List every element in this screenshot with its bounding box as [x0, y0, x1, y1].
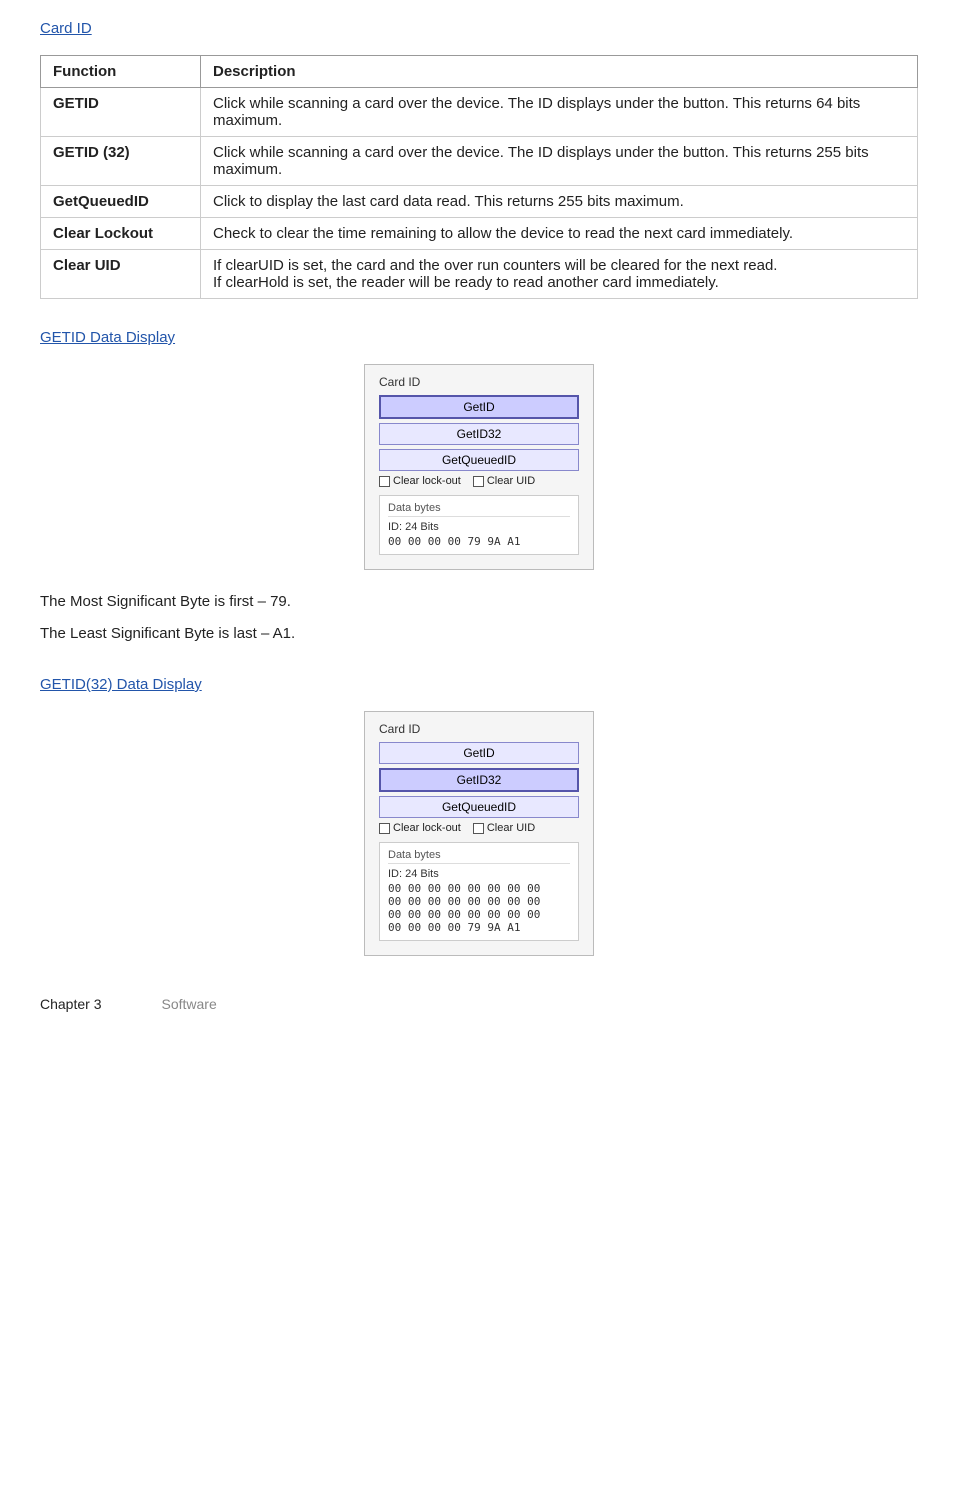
- table-cell-description: Click while scanning a card over the dev…: [201, 88, 918, 137]
- function-table: Function Description GETIDClick while sc…: [40, 55, 918, 299]
- ui-button-getqueuedid[interactable]: GetQueuedID: [379, 449, 579, 471]
- data-hex-line: 00 00 00 00 79 9A A1: [388, 535, 570, 548]
- mockup-wrapper-getid32-display: Card ID GetID GetID32 GetQueuedID Clear lock…: [40, 711, 918, 956]
- section-getid32-display: GETID(32) Data Display Card ID GetID GetID3…: [40, 676, 918, 956]
- ui-checkbox-clear-lock-out[interactable]: Clear lock-out: [379, 475, 461, 487]
- checkbox-box: [379, 823, 390, 834]
- table-cell-description: If clearUID is set, the card and the ove…: [201, 250, 918, 299]
- data-bytes-label: Data bytes: [388, 849, 570, 864]
- table-cell-function: Clear UID: [41, 250, 201, 299]
- page-title: Card ID: [40, 20, 918, 37]
- table-cell-description: Check to clear the time remaining to all…: [201, 218, 918, 250]
- table-row: GetQueuedIDClick to display the last car…: [41, 186, 918, 218]
- footer-chapter: Chapter 3: [40, 996, 101, 1012]
- ui-card-getid-display: Card ID GetID GetID32 GetQueuedID Clear lock…: [364, 364, 594, 570]
- table-cell-function: GetQueuedID: [41, 186, 201, 218]
- ui-card-title: Card ID: [379, 375, 579, 389]
- section-getid-display: GETID Data Display Card ID GetID GetID32 Get…: [40, 329, 918, 646]
- section-heading-getid-display: GETID Data Display: [40, 329, 918, 346]
- checkbox-label: Clear UID: [487, 475, 535, 487]
- table-cell-function: Clear Lockout: [41, 218, 201, 250]
- col-header-description: Description: [201, 56, 918, 88]
- footer: Chapter 3 Software: [40, 996, 918, 1012]
- checkbox-box: [379, 476, 390, 487]
- ui-card-getid32-display: Card ID GetID GetID32 GetQueuedID Clear lock…: [364, 711, 594, 956]
- checkbox-label: Clear lock-out: [393, 822, 461, 834]
- data-hex-line: 00 00 00 00 00 00 00 00: [388, 882, 570, 895]
- data-hex-line: 00 00 00 00 00 00 00 00: [388, 895, 570, 908]
- ui-button-getid32[interactable]: GetID32: [379, 768, 579, 792]
- table-cell-function: GETID (32): [41, 137, 201, 186]
- table-cell-function: GETID: [41, 88, 201, 137]
- ui-button-getid[interactable]: GetID: [379, 742, 579, 764]
- section-heading-getid32-display: GETID(32) Data Display: [40, 676, 918, 693]
- table-row: Clear LockoutCheck to clear the time rem…: [41, 218, 918, 250]
- mockup-wrapper-getid-display: Card ID GetID GetID32 GetQueuedID Clear lock…: [40, 364, 918, 570]
- ui-checkbox-clear-uid[interactable]: Clear UID: [473, 822, 535, 834]
- checkbox-box: [473, 476, 484, 487]
- ui-checkbox-clear-lock-out[interactable]: Clear lock-out: [379, 822, 461, 834]
- checkbox-box: [473, 823, 484, 834]
- checkbox-label: Clear lock-out: [393, 475, 461, 487]
- ui-checkbox-row: Clear lock-out Clear UID: [379, 475, 579, 487]
- ui-card-title: Card ID: [379, 722, 579, 736]
- note-text: The Most Significant Byte is first – 79.: [40, 590, 918, 614]
- ui-checkbox-clear-uid[interactable]: Clear UID: [473, 475, 535, 487]
- checkbox-label: Clear UID: [487, 822, 535, 834]
- ui-button-getid[interactable]: GetID: [379, 395, 579, 419]
- ui-data-section: Data bytes ID: 24 Bits 00 00 00 00 79 9A A…: [379, 495, 579, 555]
- table-row: GETID (32)Click while scanning a card ov…: [41, 137, 918, 186]
- data-bits-line: ID: 24 Bits: [388, 521, 570, 533]
- col-header-function: Function: [41, 56, 201, 88]
- ui-checkbox-row: Clear lock-out Clear UID: [379, 822, 579, 834]
- data-bits-line: ID: 24 Bits: [388, 868, 570, 880]
- table-cell-description: Click while scanning a card over the dev…: [201, 137, 918, 186]
- table-cell-description: Click to display the last card data read…: [201, 186, 918, 218]
- ui-data-section: Data bytes ID: 24 Bits 00 00 00 00 00 00 0…: [379, 842, 579, 941]
- ui-button-getid32[interactable]: GetID32: [379, 423, 579, 445]
- data-hex-line: 00 00 00 00 79 9A A1: [388, 921, 570, 934]
- data-hex-line: 00 00 00 00 00 00 00 00: [388, 908, 570, 921]
- data-bytes-label: Data bytes: [388, 502, 570, 517]
- ui-button-getqueuedid[interactable]: GetQueuedID: [379, 796, 579, 818]
- footer-label: Software: [161, 996, 216, 1012]
- table-row: Clear UIDIf clearUID is set, the card an…: [41, 250, 918, 299]
- table-row: GETIDClick while scanning a card over th…: [41, 88, 918, 137]
- note-text: The Least Significant Byte is last – A1.: [40, 622, 918, 646]
